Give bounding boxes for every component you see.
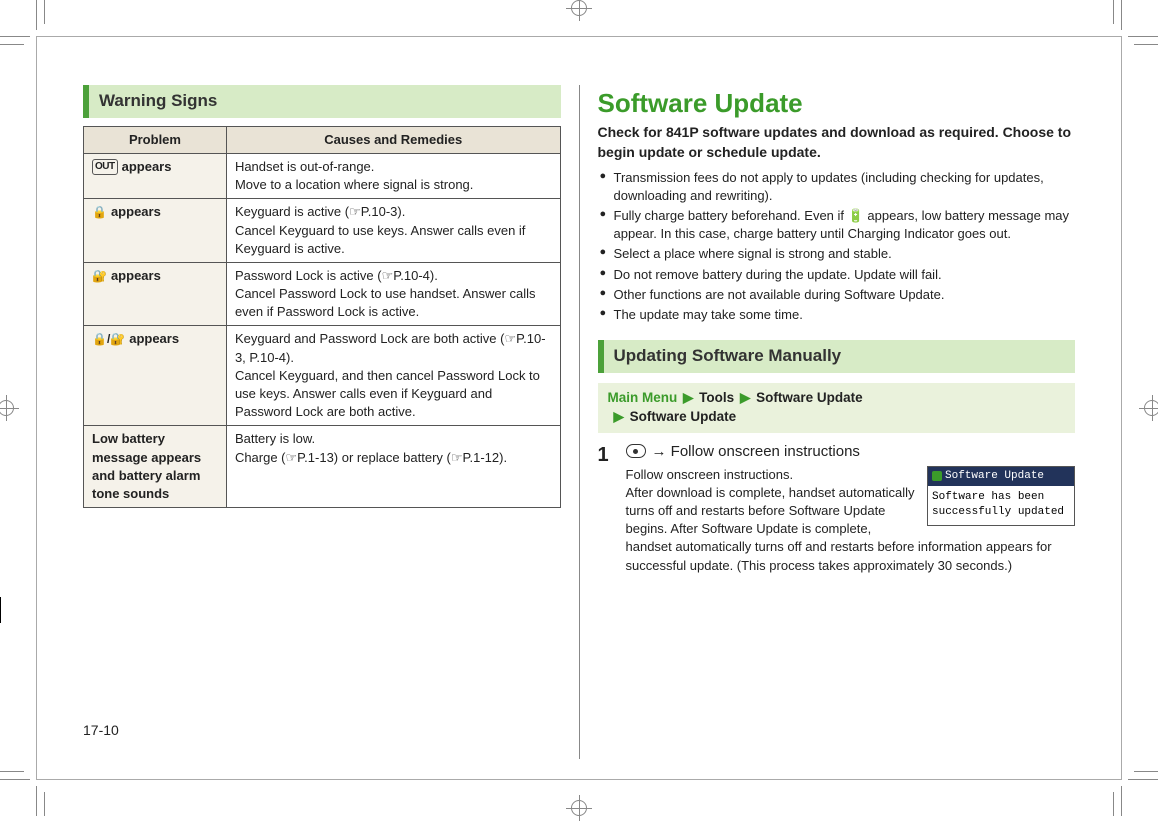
table-row: OUT appears Handset is out-of-range. Mov… [84, 153, 561, 198]
menu-step-su1: Software Update [756, 390, 863, 405]
remedy-cell: Keyguard and Password Lock are both acti… [226, 326, 560, 426]
notes-list: Transmission fees do not apply to update… [598, 169, 1076, 325]
table-row: 🔐 appears Password Lock is active (☞P.10… [84, 262, 561, 326]
step-line1: → Follow onscreen instructions [652, 441, 860, 462]
warning-signs-heading: Warning Signs [83, 85, 561, 118]
menu-step-su2: Software Update [630, 409, 737, 424]
step-number: 1 [598, 441, 616, 575]
both-lock-icon: 🔒/🔐 [92, 331, 125, 348]
table-row: 🔒/🔐 appears Keyguard and Password Lock a… [84, 326, 561, 426]
remedy-cell: Password Lock is active (☞P.10-4). Cance… [226, 262, 560, 326]
arrow-icon: ▶ [614, 409, 624, 424]
screenshot-title: Software Update [945, 469, 1044, 484]
remedy-cell: Handset is out-of-range. Move to a locat… [226, 153, 560, 198]
screenshot-body: Software has been successfully updated [928, 486, 1074, 525]
th-remedies: Causes and Remedies [226, 126, 560, 153]
th-problem: Problem [84, 126, 227, 153]
key-lock-icon: 🔐 [92, 268, 107, 285]
table-row: 🔒 appears Keyguard is active (☞P.10-3). … [84, 199, 561, 263]
step-1: 1 → Follow onscreen instructions Softwar… [598, 441, 1076, 575]
updating-manually-heading: Updating Software Manually [598, 340, 1076, 373]
menu-step-tools: Tools [699, 390, 734, 405]
chapter-number: 17 [0, 597, 1, 623]
warning-table: Problem Causes and Remedies OUT appears … [83, 126, 561, 508]
page-number: 17-10 [83, 721, 119, 741]
out-icon: OUT [92, 159, 118, 175]
check-icon [932, 471, 942, 481]
arrow-icon: ▶ [683, 390, 693, 405]
remedy-cell: Keyguard is active (☞P.10-3). Cancel Key… [226, 199, 560, 263]
lock-icon: 🔒 [92, 204, 107, 221]
right-column: Software Update Check for 841P software … [579, 85, 1076, 759]
arrow-icon: ▶ [740, 390, 750, 405]
table-row: Low battery message appears and battery … [84, 426, 561, 508]
list-item: Select a place where signal is strong an… [600, 245, 1076, 263]
center-key-icon [626, 444, 646, 458]
remedy-cell: Battery is low. Charge (☞P.1-13) or repl… [226, 426, 560, 508]
software-update-title: Software Update [598, 85, 1076, 121]
list-item: Fully charge battery beforehand. Even if… [600, 207, 1076, 243]
low-battery-problem: Low battery message appears and battery … [84, 426, 227, 508]
list-item: Other functions are not available during… [600, 286, 1076, 304]
list-item: Do not remove battery during the update.… [600, 266, 1076, 284]
list-item: Transmission fees do not apply to update… [600, 169, 1076, 205]
software-update-intro: Check for 841P software updates and down… [598, 123, 1076, 162]
menu-path: Main Menu ▶ Tools ▶ Software Update ▶ So… [598, 383, 1076, 433]
left-column: Warning Signs Problem Causes and Remedie… [83, 85, 579, 759]
handset-screenshot: Software Update Software has been succes… [927, 466, 1075, 526]
list-item: The update may take some time. [600, 306, 1076, 324]
main-menu-label: Main Menu [608, 390, 678, 405]
chapter-tab: 17 Appendix [0, 597, 1, 686]
